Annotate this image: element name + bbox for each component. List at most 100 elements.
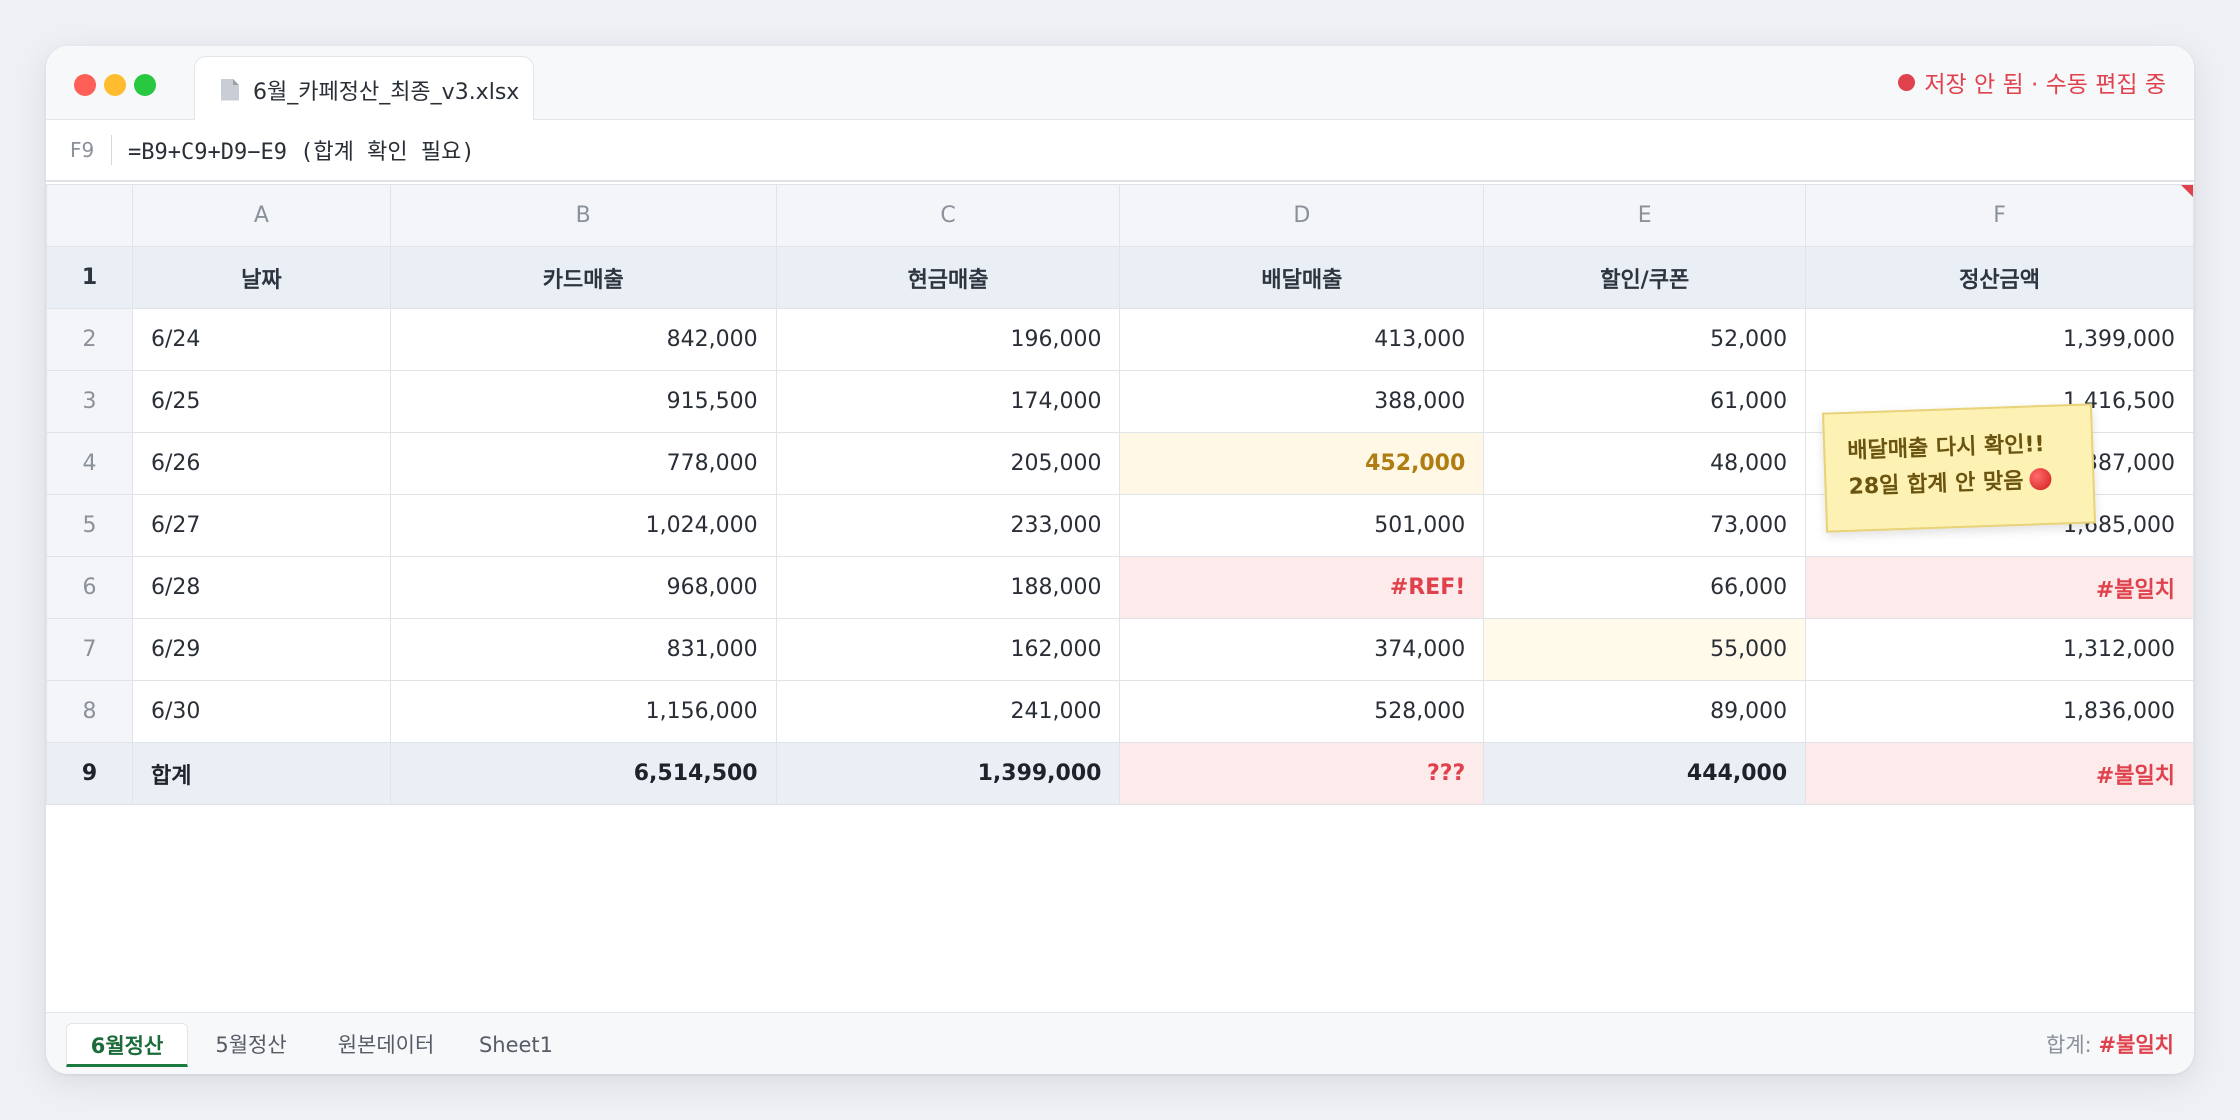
table-cell[interactable]: 174,000 bbox=[775, 370, 1121, 433]
table-cell[interactable]: 162,000 bbox=[775, 618, 1121, 681]
column-header-a[interactable]: A bbox=[131, 184, 391, 247]
table-cell[interactable]: 842,000 bbox=[389, 308, 777, 371]
table-cell[interactable]: 444,000 bbox=[1483, 742, 1807, 805]
file-name: 6월_카페정산_최종_v3.xlsx bbox=[253, 79, 520, 105]
table-cell[interactable]: 52,000 bbox=[1483, 308, 1807, 371]
table-row: 2 6/24 842,000 196,000 413,000 52,000 1,… bbox=[46, 308, 2194, 371]
sheet-tab-june[interactable]: 6월정산 bbox=[66, 1023, 188, 1067]
sheet-tab-may[interactable]: 5월정산 bbox=[196, 1023, 306, 1067]
row-number[interactable]: 2 bbox=[46, 308, 133, 371]
table-cell[interactable]: 정산금액 bbox=[1805, 246, 2194, 309]
row-number[interactable]: 3 bbox=[46, 370, 133, 433]
close-window-button[interactable] bbox=[74, 74, 96, 96]
table-header-row: 1 날짜 카드매출 현금매출 배달매출 할인/쿠폰 정산금액 bbox=[46, 246, 2194, 309]
status-bar-sum: 합계: #불일치 bbox=[2046, 1029, 2174, 1059]
minimize-window-button[interactable] bbox=[104, 74, 126, 96]
error-cell[interactable]: ??? bbox=[1119, 742, 1485, 805]
row-number[interactable]: 5 bbox=[46, 494, 133, 557]
comment-flag-icon bbox=[2181, 185, 2193, 197]
column-header-e[interactable]: E bbox=[1483, 184, 1807, 247]
table-cell[interactable]: 778,000 bbox=[389, 432, 777, 495]
column-header-f-label: F bbox=[1993, 203, 2006, 228]
row-number[interactable]: 7 bbox=[46, 618, 133, 681]
table-cell[interactable]: 합계 bbox=[131, 742, 391, 805]
table-cell[interactable]: 528,000 bbox=[1119, 680, 1485, 743]
table-row: 8 6/30 1,156,000 241,000 528,000 89,000 … bbox=[46, 680, 2194, 743]
sticky-note[interactable]: 배달매출 다시 확인!! 28일 합계 안 맞음 bbox=[1821, 403, 2097, 533]
red-circle-icon bbox=[2029, 467, 2052, 491]
table-cell[interactable]: 61,000 bbox=[1483, 370, 1807, 433]
table-cell[interactable]: 196,000 bbox=[775, 308, 1121, 371]
table-cell[interactable]: 66,000 bbox=[1483, 556, 1807, 619]
table-cell[interactable]: 233,000 bbox=[775, 494, 1121, 557]
error-cell[interactable]: #REF! bbox=[1119, 556, 1485, 619]
table-cell[interactable]: 48,000 bbox=[1483, 432, 1807, 495]
table-cell[interactable]: 968,000 bbox=[389, 556, 777, 619]
table-cell[interactable]: 1,156,000 bbox=[389, 680, 777, 743]
select-all-corner[interactable] bbox=[46, 184, 133, 247]
table-cell[interactable]: 374,000 bbox=[1119, 618, 1485, 681]
table-cell[interactable]: 501,000 bbox=[1119, 494, 1485, 557]
column-header-f[interactable]: F bbox=[1805, 184, 2194, 247]
table-cell[interactable]: 6/25 bbox=[131, 370, 391, 433]
formula-bar: F9 =B9+C9+D9−E9 (합계 확인 필요) bbox=[46, 120, 2194, 182]
table-cell[interactable]: 241,000 bbox=[775, 680, 1121, 743]
table-cell[interactable]: 6/29 bbox=[131, 618, 391, 681]
table-cell[interactable]: 6/30 bbox=[131, 680, 391, 743]
table-cell[interactable]: 6/27 bbox=[131, 494, 391, 557]
table-cell[interactable]: 388,000 bbox=[1119, 370, 1485, 433]
maximize-window-button[interactable] bbox=[134, 74, 156, 96]
row-number[interactable]: 8 bbox=[46, 680, 133, 743]
table-cell[interactable]: 할인/쿠폰 bbox=[1483, 246, 1807, 309]
table-cell[interactable]: 1,312,000 bbox=[1805, 618, 2194, 681]
table-cell[interactable]: 188,000 bbox=[775, 556, 1121, 619]
table-cell[interactable]: 6/26 bbox=[131, 432, 391, 495]
row-number[interactable]: 4 bbox=[46, 432, 133, 495]
highlighted-cell[interactable]: 55,000 bbox=[1483, 618, 1807, 681]
highlighted-cell[interactable]: 452,000 bbox=[1119, 432, 1485, 495]
table-cell[interactable]: 413,000 bbox=[1119, 308, 1485, 371]
formula-input[interactable]: =B9+C9+D9−E9 (합계 확인 필요) bbox=[128, 134, 475, 166]
table-cell[interactable]: 73,000 bbox=[1483, 494, 1807, 557]
sheet-tab-sheet1[interactable]: Sheet1 bbox=[466, 1023, 566, 1067]
column-header-d[interactable]: D bbox=[1119, 184, 1485, 247]
table-cell[interactable]: 831,000 bbox=[389, 618, 777, 681]
table-cell[interactable]: 205,000 bbox=[775, 432, 1121, 495]
table-cell[interactable]: 1,836,000 bbox=[1805, 680, 2194, 743]
table-cell[interactable]: 6/24 bbox=[131, 308, 391, 371]
file-tab[interactable]: 6월_카페정산_최종_v3.xlsx bbox=[194, 56, 534, 122]
column-header-c[interactable]: C bbox=[775, 184, 1121, 247]
column-header-b[interactable]: B bbox=[389, 184, 777, 247]
sum-value: #불일치 bbox=[2098, 1033, 2174, 1057]
sum-label: 합계: bbox=[2046, 1033, 2092, 1057]
sticky-note-line2-row: 28일 합계 안 맞음 bbox=[1848, 462, 2071, 506]
row-number[interactable]: 1 bbox=[46, 246, 133, 309]
row-number[interactable]: 6 bbox=[46, 556, 133, 619]
column-header-row: A B C D E F bbox=[46, 184, 2194, 247]
table-cell[interactable]: 1,399,000 bbox=[1805, 308, 2194, 371]
error-cell[interactable]: #불일치 bbox=[1805, 556, 2194, 619]
table-cell[interactable]: 날짜 bbox=[131, 246, 391, 309]
document-icon bbox=[221, 78, 239, 101]
sheet-tab-source-data[interactable]: 원본데이터 bbox=[316, 1023, 456, 1067]
title-bar: 6월_카페정산_최종_v3.xlsx 저장 안 됨 · 수동 편집 중 bbox=[46, 46, 2194, 122]
table-cell[interactable]: 6/28 bbox=[131, 556, 391, 619]
cell-reference[interactable]: F9 bbox=[46, 135, 112, 165]
table-cell[interactable]: 배달매출 bbox=[1119, 246, 1485, 309]
sheet-tab-bar: 6월정산 5월정산 원본데이터 Sheet1 합계: #불일치 bbox=[46, 1012, 2194, 1074]
unsaved-dot-icon bbox=[1898, 73, 1916, 91]
error-cell[interactable]: #불일치 bbox=[1805, 742, 2194, 805]
table-cell[interactable]: 89,000 bbox=[1483, 680, 1807, 743]
row-number[interactable]: 9 bbox=[46, 742, 133, 805]
table-cell[interactable]: 6,514,500 bbox=[389, 742, 777, 805]
table-cell[interactable]: 915,500 bbox=[389, 370, 777, 433]
table-cell[interactable]: 1,399,000 bbox=[775, 742, 1121, 805]
table-cell[interactable]: 1,024,000 bbox=[389, 494, 777, 557]
table-row: 6 6/28 968,000 188,000 #REF! 66,000 #불일치 bbox=[46, 556, 2194, 619]
save-status: 저장 안 됨 · 수동 편집 중 bbox=[1898, 66, 2166, 98]
table-row: 7 6/29 831,000 162,000 374,000 55,000 1,… bbox=[46, 618, 2194, 681]
table-cell[interactable]: 현금매출 bbox=[775, 246, 1121, 309]
save-status-text: 저장 안 됨 · 수동 편집 중 bbox=[1924, 72, 2166, 98]
total-row: 9 합계 6,514,500 1,399,000 ??? 444,000 #불일… bbox=[46, 742, 2194, 805]
table-cell[interactable]: 카드매출 bbox=[389, 246, 777, 309]
